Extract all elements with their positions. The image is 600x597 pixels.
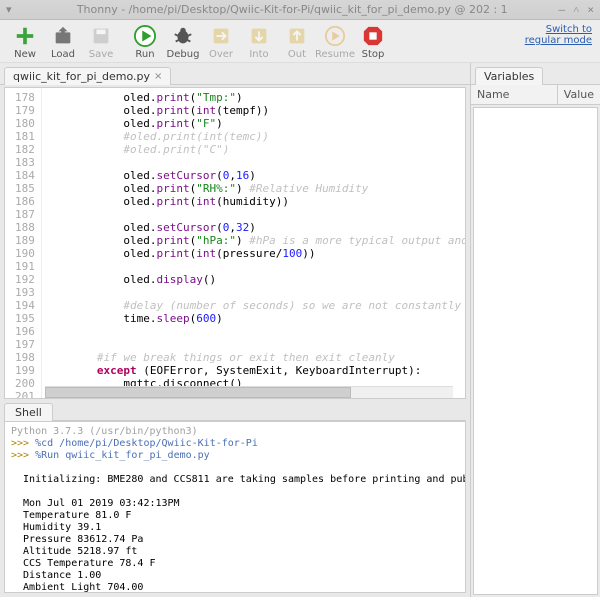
editor-tab[interactable]: qwiic_kit_for_pi_demo.py × <box>4 67 171 85</box>
window-titlebar: ▾ Thonny - /home/pi/Desktop/Qwiic-Kit-fo… <box>0 0 600 20</box>
main-area: qwiic_kit_for_pi_demo.py × 1781791801811… <box>0 63 600 597</box>
resume-icon <box>323 24 347 48</box>
window-title: Thonny - /home/pi/Desktop/Qwiic-Kit-for-… <box>26 3 559 16</box>
shell-tab[interactable]: Shell <box>4 403 53 421</box>
plus-icon <box>13 24 37 48</box>
stop-button[interactable]: Stop <box>354 24 392 60</box>
load-button[interactable]: Load <box>44 24 82 60</box>
step-into-icon <box>247 24 271 48</box>
run-button[interactable]: Run <box>126 24 164 60</box>
code-editor[interactable]: 1781791801811821831841851861871881891901… <box>4 87 466 399</box>
shell-output[interactable]: Python 3.7.3 (/usr/bin/python3) >>> %cd … <box>4 421 466 593</box>
variables-body <box>473 107 598 595</box>
shell-panel: Shell Python 3.7.3 (/usr/bin/python3) >>… <box>4 401 466 593</box>
editor-hscrollbar[interactable] <box>45 386 453 398</box>
line-gutter: 1781791801811821831841851861871881891901… <box>5 88 42 398</box>
maximize-icon[interactable]: ˄ <box>573 3 579 16</box>
step-over-button: Over <box>202 24 240 60</box>
app-menu-icon[interactable]: ▾ <box>6 3 26 16</box>
variables-tab[interactable]: Variables <box>475 67 543 85</box>
step-into-button: Into <box>240 24 278 60</box>
variables-panel: Variables Name Value <box>470 63 600 597</box>
variables-col-value[interactable]: Value <box>558 85 600 104</box>
save-icon <box>89 24 113 48</box>
close-icon[interactable]: × <box>587 3 594 16</box>
editor-tabbar: qwiic_kit_for_pi_demo.py × <box>0 63 470 85</box>
shell-tabbar: Shell <box>4 401 466 421</box>
resume-button: Resume <box>316 24 354 60</box>
close-tab-icon[interactable]: × <box>154 71 162 82</box>
save-button: Save <box>82 24 120 60</box>
switch-mode-link[interactable]: Switch toregular mode <box>525 24 592 46</box>
step-over-icon <box>209 24 233 48</box>
code-area[interactable]: oled.print("Tmp:") oled.print(int(tempf)… <box>42 88 465 398</box>
step-out-icon <box>285 24 309 48</box>
debug-button[interactable]: Debug <box>164 24 202 60</box>
left-pane: qwiic_kit_for_pi_demo.py × 1781791801811… <box>0 63 470 597</box>
step-out-button: Out <box>278 24 316 60</box>
stop-icon <box>361 24 385 48</box>
new-button[interactable]: New <box>6 24 44 60</box>
variables-col-name[interactable]: Name <box>471 85 558 104</box>
minimize-icon[interactable]: – <box>559 3 566 16</box>
bug-icon <box>171 24 195 48</box>
toolbar: New Load Save Run Debug Over Into <box>0 20 600 63</box>
variables-tabbar: Variables <box>471 63 600 85</box>
load-icon <box>51 24 75 48</box>
scrollbar-thumb[interactable] <box>45 387 351 398</box>
play-icon <box>133 24 157 48</box>
variables-header: Name Value <box>471 85 600 105</box>
editor-tab-label: qwiic_kit_for_pi_demo.py <box>13 70 150 83</box>
